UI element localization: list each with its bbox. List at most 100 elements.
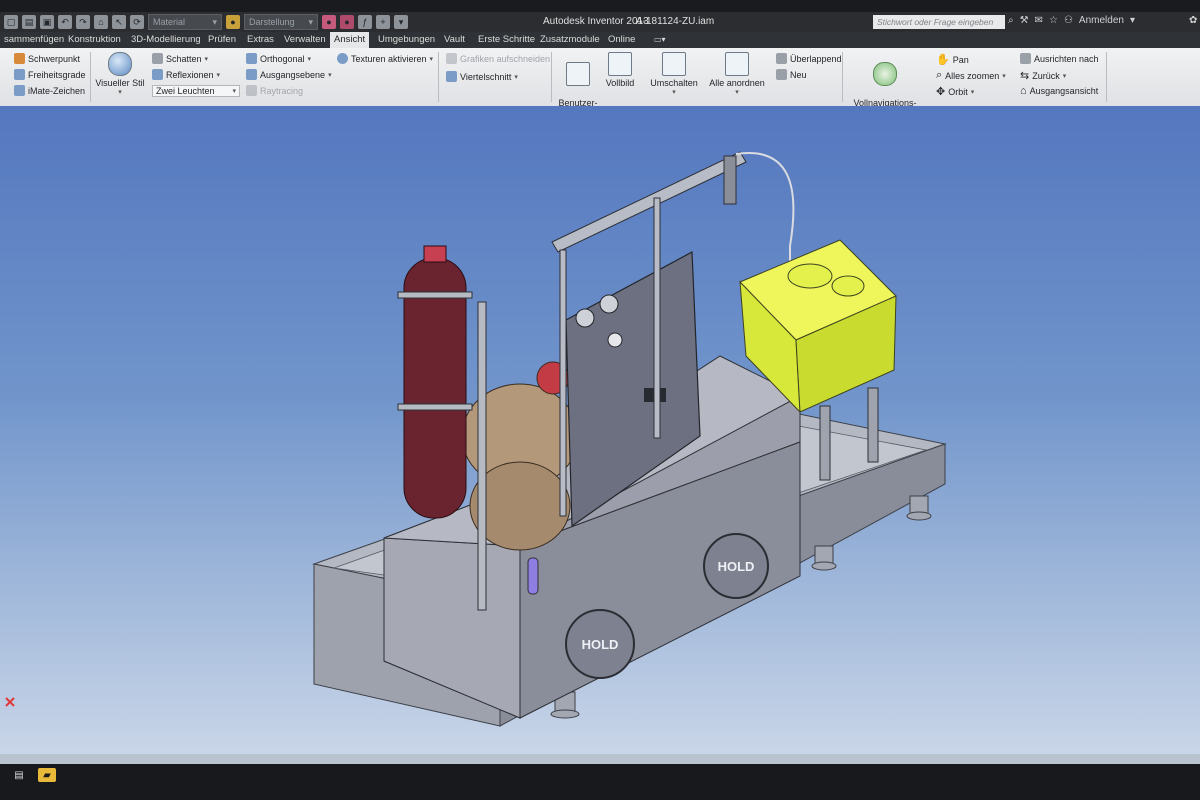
open-file-icon[interactable]: ▤ — [22, 15, 36, 29]
quarter-section-button[interactable]: Viertelschnitt ▾ — [446, 71, 518, 82]
appearance-combo[interactable]: Darstellung ▾ — [244, 14, 318, 30]
tab-3d-model[interactable]: 3D-Modellierung — [127, 32, 205, 48]
pan-button[interactable]: ✋ Pan — [936, 53, 969, 66]
update-icon[interactable]: ⟳ — [130, 15, 144, 29]
user-interface-icon — [566, 62, 590, 86]
tab-environments[interactable]: Umgebungen — [374, 32, 439, 48]
home-view-button[interactable]: ⌂ Ausgangsansicht — [1020, 85, 1098, 97]
quarter-section-label: Viertelschnitt — [460, 71, 512, 82]
textures-on-button[interactable]: Texturen aktivieren ▾ — [337, 53, 433, 64]
lighting-style-dropdown[interactable]: Zwei Leuchten ▾ — [152, 85, 240, 97]
subscription-center-icon[interactable]: ⚒ — [1020, 15, 1029, 26]
previous-view-button[interactable]: ⇆ Zurück ▾ — [1020, 69, 1066, 82]
visual-style-icon — [108, 52, 132, 76]
center-of-gravity-label: Schwerpunkt — [28, 53, 81, 64]
orbit-button[interactable]: ✥ Orbit ▾ — [936, 85, 974, 98]
tab-tools[interactable]: Extras — [243, 32, 278, 48]
tank-logo-label: HOLD — [718, 559, 755, 574]
tab-vault[interactable]: Vault — [440, 32, 469, 48]
quarter-section-icon — [446, 71, 457, 82]
degrees-of-freedom-label: Freiheitsgrade — [28, 69, 86, 80]
save-icon[interactable]: ▣ — [40, 15, 54, 29]
favorites-star-icon[interactable]: ☆ — [1049, 15, 1058, 26]
new-window-label: Neu — [790, 69, 807, 80]
arrange-all-button[interactable]: Alle anordnen ▾ — [706, 52, 768, 98]
search-icon[interactable]: ⌕ — [1008, 15, 1014, 26]
cascade-button[interactable]: Überlappend — [776, 53, 842, 64]
appearance-combo-label: Darstellung — [249, 17, 295, 27]
reflections-button[interactable]: Reflexionen ▾ — [152, 69, 220, 80]
ribbon-display-toggle-icon[interactable]: ▭▾ — [650, 32, 670, 48]
cascade-icon — [776, 53, 787, 64]
material-combo[interactable]: Material ▾ — [148, 14, 222, 30]
orthographic-icon — [246, 53, 257, 64]
pan-label: Pan — [952, 54, 969, 65]
redo-icon[interactable]: ↷ — [76, 15, 90, 29]
center-of-gravity-button[interactable]: Schwerpunkt — [14, 53, 80, 64]
orbit-icon: ✥ — [936, 86, 946, 98]
new-file-icon[interactable]: ▢ — [4, 15, 18, 29]
monitor-bezel — [0, 0, 1200, 12]
tab-get-started[interactable]: Erste Schritte — [474, 32, 539, 48]
user-icon[interactable]: ⚇ — [1064, 15, 1073, 26]
degrees-of-freedom-button[interactable]: Freiheitsgrade — [14, 69, 86, 80]
orthographic-button[interactable]: Orthogonal ▾ — [246, 53, 311, 64]
look-at-icon — [1020, 53, 1031, 64]
ground-plane-button[interactable]: Ausgangsebene ▾ — [246, 69, 332, 80]
tab-inspect[interactable]: Prüfen — [204, 32, 240, 48]
reflections-label: Reflexionen — [166, 69, 214, 80]
tab-online[interactable]: Online — [604, 32, 639, 48]
previous-view-icon: ⇆ — [1020, 70, 1030, 82]
ribbon-divider — [90, 52, 91, 102]
ribbon-divider — [842, 52, 843, 102]
customize-qat-icon[interactable]: ▾ — [394, 15, 408, 29]
undo-icon[interactable]: ↶ — [58, 15, 72, 29]
clear-override-icon[interactable]: ● — [340, 15, 354, 29]
status-bar — [0, 754, 1200, 764]
tab-view[interactable]: Ansicht — [330, 32, 370, 48]
ribbon-divider — [1106, 52, 1107, 102]
help-search-input[interactable]: Stichwort oder Frage eingeben — [873, 15, 1005, 29]
dropdown-chevron-icon[interactable]: ▾ — [1130, 15, 1135, 26]
ribbon-divider — [551, 52, 552, 102]
select-icon[interactable]: ↖ — [112, 15, 126, 29]
shadows-label: Schatten — [166, 53, 202, 64]
previous-view-label: Zurück — [1032, 70, 1060, 81]
color-override-icon[interactable]: ● — [322, 15, 336, 29]
return-icon[interactable]: ⌂ — [94, 15, 108, 29]
tab-assemble[interactable]: sammenfügen — [0, 32, 68, 48]
visual-style-button[interactable]: Visueller Stil ▾ — [94, 52, 146, 98]
appearance-icon[interactable]: ● — [226, 15, 240, 29]
sign-in-link[interactable]: Anmelden — [1079, 15, 1124, 26]
switch-windows-button[interactable]: Umschalten ▾ — [648, 52, 700, 98]
communication-center-icon[interactable]: ✉ — [1035, 15, 1043, 26]
task-view-icon[interactable]: ▤ — [10, 768, 28, 782]
sight-glass — [527, 557, 539, 595]
section-graphics-label: Grafiken aufschneiden — [460, 53, 551, 64]
shadows-button[interactable]: Schatten ▾ — [152, 53, 208, 64]
tab-manage[interactable]: Verwalten — [280, 32, 330, 48]
measure-icon[interactable]: + — [376, 15, 390, 29]
new-window-button[interactable]: Neu — [776, 69, 807, 80]
full-screen-icon — [608, 52, 632, 76]
full-screen-button[interactable]: Vollbild — [602, 52, 638, 88]
parameters-fx-icon[interactable]: ƒ — [358, 15, 372, 29]
imate-label: iMate-Zeichen — [28, 85, 86, 96]
material-combo-label: Material — [153, 17, 186, 27]
zoom-all-button[interactable]: ⌕ Alles zoomen ▾ — [936, 69, 1006, 82]
look-at-button[interactable]: Ausrichten nach — [1020, 53, 1099, 64]
file-explorer-icon[interactable]: ▰ — [38, 768, 56, 782]
pan-hand-icon: ✋ — [936, 54, 950, 66]
imate-glyph-button[interactable]: iMate-Zeichen — [14, 85, 85, 96]
tab-design[interactable]: Konstruktion — [64, 32, 125, 48]
graphics-viewport[interactable]: HOLD HOLD — [0, 106, 1200, 754]
tab-add-ins[interactable]: Zusatzmodule — [536, 32, 604, 48]
raytracing-button[interactable]: Raytracing — [246, 85, 303, 96]
inventor-window: ▢ ▤ ▣ ↶ ↷ ⌂ ↖ ⟳ Material ▾ ● Darstellung ▾… — [0, 12, 1200, 764]
section-graphics-button[interactable]: Grafiken aufschneiden — [446, 53, 550, 64]
center-of-gravity-icon — [14, 53, 25, 64]
home-view-label: Ausgangsansicht — [1029, 86, 1099, 96]
textures-icon — [337, 53, 348, 64]
autodesk-exchange-icon[interactable]: ✿ — [1189, 15, 1197, 26]
new-window-icon — [776, 69, 787, 80]
